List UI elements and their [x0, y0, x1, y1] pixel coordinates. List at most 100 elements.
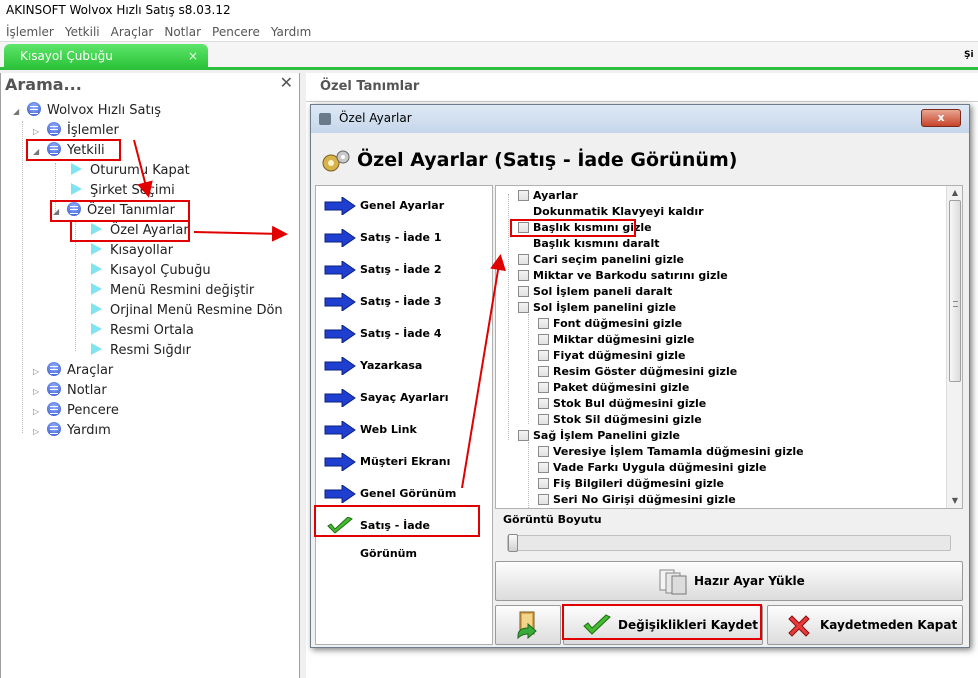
scrollbar-thumb[interactable]	[949, 200, 961, 382]
nav-item-2[interactable]: Satış - İade 2	[322, 256, 488, 284]
load-preset-button[interactable]: Hazır Ayar Yükle	[495, 561, 963, 601]
tree-node-oturumu-kapat[interactable]: Oturumu Kapat	[71, 161, 190, 181]
option-8[interactable]: Font düğmesini gizle	[538, 316, 682, 332]
tree-guide	[22, 121, 23, 433]
dialog-caption: Özel Ayarlar	[339, 111, 412, 125]
expand-icon[interactable]: ▷	[33, 362, 47, 382]
checkbox[interactable]	[518, 430, 529, 441]
option-6[interactable]: Sol İşlem paneli daralt	[518, 284, 672, 300]
collapse-icon[interactable]: ◢	[13, 102, 27, 122]
tab-close-icon[interactable]: ×	[188, 44, 198, 68]
nav-item-3[interactable]: Satış - İade 3	[322, 288, 488, 316]
option-label: Başlık kısmını daralt	[533, 237, 660, 250]
tree-node-yardim[interactable]: ▷ Yardım	[33, 421, 111, 441]
slider-thumb[interactable]	[508, 534, 518, 552]
dialog-header: Özel Ayarlar (Satış - İade Görünüm)	[357, 149, 738, 171]
checkbox[interactable]	[518, 254, 529, 265]
size-slider[interactable]	[507, 534, 951, 552]
tab-kisayol-cubugu[interactable]: Kısayol Çubuğu ×	[4, 44, 208, 68]
expand-icon[interactable]: ▷	[33, 382, 47, 402]
checkbox[interactable]	[538, 446, 549, 457]
option-13[interactable]: Stok Bul düğmesini gizle	[538, 396, 706, 412]
arrow-right-icon	[324, 197, 356, 215]
option-15[interactable]: Sağ İşlem Panelini gizle	[518, 428, 680, 444]
nav-item-7[interactable]: Web Link	[322, 416, 488, 444]
nav-item-1[interactable]: Satış - İade 1	[322, 224, 488, 252]
close-icon[interactable]: ✕	[280, 73, 293, 92]
option-16[interactable]: Veresiye İşlem Tamamla düğmesini gizle	[538, 444, 804, 460]
menu-araclar[interactable]: Araçlar	[105, 22, 159, 42]
dialog-caption-bar: Özel Ayarlar x	[311, 105, 969, 133]
option-label: Ayarlar	[533, 189, 578, 202]
checkbox[interactable]	[538, 462, 549, 473]
menu-notlar[interactable]: Notlar	[158, 22, 206, 42]
checkbox[interactable]	[538, 366, 549, 377]
checkbox[interactable]	[518, 270, 529, 281]
close-without-saving-button[interactable]: Kaydetmeden Kapat	[767, 605, 963, 645]
scroll-down-icon[interactable]: ▼	[947, 494, 962, 508]
option-label: Stok Sil düğmesini gizle	[553, 413, 702, 426]
tree-node-notlar[interactable]: ▷ Notlar	[33, 381, 107, 401]
tree-node-orjinal-menu[interactable]: Orjinal Menü Resmine Dön	[91, 301, 283, 321]
nav-item-4[interactable]: Satış - İade 4	[322, 320, 488, 348]
option-9[interactable]: Miktar düğmesini gizle	[538, 332, 695, 348]
nav-item-5[interactable]: Yazarkasa	[322, 352, 488, 380]
option-5[interactable]: Miktar ve Barkodu satırını gizle	[518, 268, 728, 284]
option-12[interactable]: Paket düğmesini gizle	[538, 380, 689, 396]
nav-item-0[interactable]: Genel Ayarlar	[322, 192, 488, 220]
highlight-baslik-gizle	[510, 219, 636, 237]
checkbox[interactable]	[538, 382, 549, 393]
dialog-close-button[interactable]: x	[921, 109, 961, 127]
tree-node-kisayollar[interactable]: Kısayollar	[91, 241, 173, 261]
option-label: Fiyat düğmesini gizle	[553, 349, 686, 362]
import-button[interactable]	[495, 605, 561, 645]
cancel-x-icon	[788, 615, 810, 637]
play-icon	[91, 263, 102, 275]
tree-node-sirket-secimi[interactable]: Şirket Seçimi	[71, 181, 175, 201]
tree-node-pencere[interactable]: ▷ Pencere	[33, 401, 119, 421]
checkbox[interactable]	[538, 398, 549, 409]
tree-node-islemler[interactable]: ▷ İşlemler	[33, 121, 119, 141]
menu-bar: İşlemler Yetkili Araçlar Notlar Pencere Yardı…	[0, 22, 978, 42]
menu-pencere[interactable]: Pencere	[206, 22, 265, 42]
checkbox[interactable]	[538, 414, 549, 425]
nav-item-label: Sayaç Ayarları	[360, 391, 449, 404]
scroll-up-icon[interactable]: ▲	[947, 186, 962, 200]
option-4[interactable]: Cari seçim panelini gizle	[518, 252, 684, 268]
option-1[interactable]: Dokunmatik Klavyeyi kaldır	[518, 204, 704, 220]
checkbox[interactable]	[538, 318, 549, 329]
option-3[interactable]: Başlık kısmını daralt	[518, 236, 660, 252]
tree-node-araclar[interactable]: ▷ Araçlar	[33, 361, 113, 381]
option-10[interactable]: Fiyat düğmesini gizle	[538, 348, 686, 364]
checkbox[interactable]	[538, 478, 549, 489]
tree-node-root[interactable]: ◢ Wolvox Hızlı Satış	[13, 101, 161, 121]
checkbox[interactable]	[518, 286, 529, 297]
checkbox[interactable]	[518, 190, 529, 201]
option-19[interactable]: Seri No Girişi düğmesini gizle	[538, 492, 736, 508]
expand-icon[interactable]: ▷	[33, 422, 47, 442]
tree-node-menu-resmini-degistir[interactable]: Menü Resmini değiştir	[91, 281, 254, 301]
tree-node-resmi-ortala[interactable]: Resmi Ortala	[91, 321, 194, 341]
tree-node-resmi-sigdir[interactable]: Resmi Sığdır	[91, 341, 191, 361]
option-label: Miktar ve Barkodu satırını gizle	[533, 269, 728, 282]
option-7[interactable]: Sol İşlem panelini gizle	[518, 300, 676, 316]
option-17[interactable]: Vade Farkı Uygula düğmesini gizle	[538, 460, 767, 476]
vertical-scrollbar[interactable]: ▲ ▼	[946, 186, 962, 508]
option-18[interactable]: Fiş Bilgileri düğmesini gizle	[538, 476, 724, 492]
option-14[interactable]: Stok Sil düğmesini gizle	[538, 412, 702, 428]
menu-yetkili[interactable]: Yetkili	[59, 22, 105, 42]
tab-overflow-text[interactable]: Şi	[964, 44, 978, 66]
menu-yardim[interactable]: Yardım	[265, 22, 316, 42]
checkbox[interactable]	[518, 302, 529, 313]
checkbox[interactable]	[538, 494, 549, 505]
checkbox[interactable]	[538, 350, 549, 361]
option-11[interactable]: Resim Göster düğmesini gizle	[538, 364, 737, 380]
expand-icon[interactable]: ▷	[33, 402, 47, 422]
nav-item-9[interactable]: Genel Görünüm	[322, 480, 488, 508]
checkbox[interactable]	[538, 334, 549, 345]
nav-item-6[interactable]: Sayaç Ayarları	[322, 384, 488, 412]
tree-node-kisayol-cubugu[interactable]: Kısayol Çubuğu	[91, 261, 211, 281]
menu-islemler[interactable]: İşlemler	[0, 22, 59, 42]
nav-item-8[interactable]: Müşteri Ekranı	[322, 448, 488, 476]
option-0[interactable]: Ayarlar	[518, 188, 578, 204]
